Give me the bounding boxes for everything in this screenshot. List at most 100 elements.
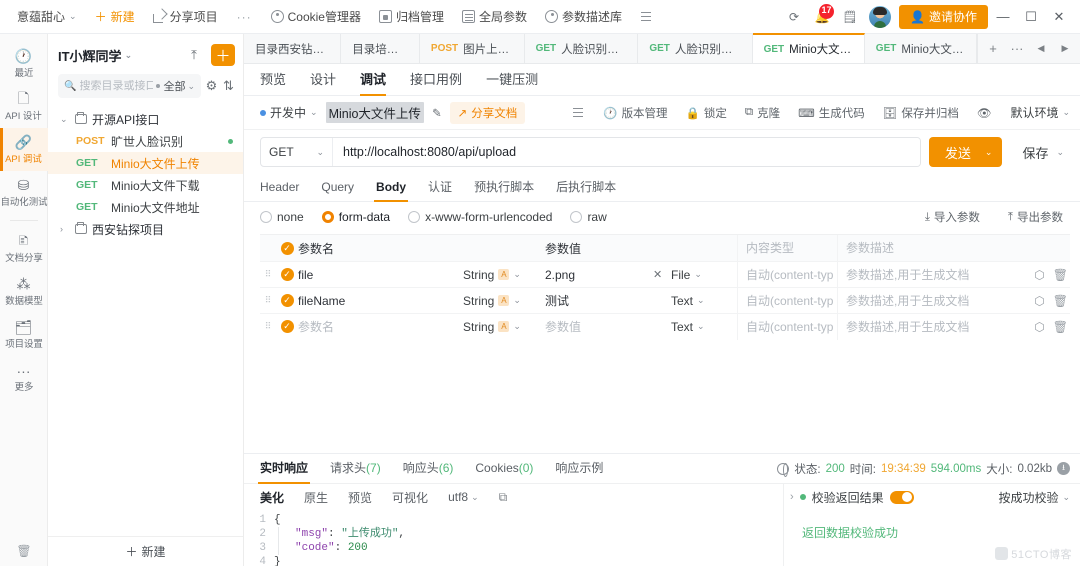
filter-all-selector[interactable]: 全部 ⌄ [163, 78, 195, 94]
sidebar-item-api-debug[interactable]: 🔗 API 调试 [0, 128, 48, 171]
tree-api-item[interactable]: GET Minio大文件上传 [48, 152, 243, 174]
validate-mode-selector[interactable]: 按成功校验 ⌄ [998, 489, 1070, 506]
generate-code-button[interactable]: ⌨ 生成代码 [793, 105, 870, 121]
row-checkbox[interactable]: ✓ [276, 268, 298, 281]
new-tab-button[interactable]: + [982, 38, 1004, 60]
editor-tab[interactable]: GET 人脸识别接口（F [638, 34, 753, 63]
param-desc-lib-button[interactable]: 参数描述库 [536, 5, 631, 29]
new-button[interactable]: ＋ 新建 [86, 5, 144, 29]
body-type-none[interactable]: none [260, 210, 304, 224]
archive-manager-button[interactable]: 归档管理 [370, 5, 453, 29]
editor-tab[interactable]: POST 图片上传请求 [420, 34, 525, 63]
param-valuetype-selector[interactable]: File ⌄ [671, 268, 737, 282]
sidebar-item-api-design[interactable]: 🗋 API 设计 [0, 85, 48, 128]
minimize-button[interactable]: — [990, 4, 1016, 30]
import-params-button[interactable]: ⤓ 导入参数 [920, 209, 985, 225]
trash-icon[interactable]: 🗑 [1053, 268, 1068, 282]
tree-api-item[interactable]: POST 旷世人脸识别 [48, 130, 243, 152]
body-type-form-data[interactable]: form-data [321, 210, 390, 224]
format-beautify[interactable]: 美化 [260, 489, 284, 506]
project-selector[interactable]: IT小辉同学 ⌄ [58, 46, 132, 65]
param-type-selector[interactable]: String A ⌄ [463, 320, 545, 334]
tab-preview[interactable]: 预览 [260, 64, 286, 96]
format-preview[interactable]: 预览 [348, 489, 372, 506]
body-type-raw[interactable]: raw [570, 210, 607, 224]
clear-value-button[interactable]: ✕ [653, 268, 671, 281]
share-project-button[interactable]: 分享项目 [144, 5, 227, 29]
drag-handle[interactable]: ⠿ [260, 321, 276, 332]
method-selector[interactable]: GET ⌄ [261, 138, 333, 166]
collapse-toolbar-button[interactable] [631, 5, 662, 29]
global-params-button[interactable]: 全局参数 [453, 5, 536, 29]
clone-button[interactable]: ⧉ 克隆 [740, 105, 785, 121]
body-type-urlencoded[interactable]: x-www-form-urlencoded [408, 210, 552, 224]
format-visualize[interactable]: 可视化 [392, 489, 428, 506]
tab-auth[interactable]: 认证 [428, 174, 452, 202]
invite-collaborate-button[interactable]: 👤 邀请协作 [899, 4, 988, 29]
tree-folder-xian-project[interactable]: › 西安钻探项目 [48, 218, 243, 240]
search-input[interactable] [79, 80, 154, 92]
share-document-button[interactable]: ↗ 分享文档 [449, 101, 526, 124]
param-name-input[interactable]: fileName [298, 294, 463, 308]
param-value-input[interactable]: 2.png [545, 268, 653, 282]
format-raw[interactable]: 原生 [304, 489, 328, 506]
tab-pre-script[interactable]: 预执行脚本 [474, 174, 534, 202]
select-all-cell[interactable]: ✓ [276, 241, 298, 255]
drag-handle[interactable]: ⠿ [260, 295, 276, 306]
avatar[interactable] [869, 5, 892, 28]
tree-api-item[interactable]: GET Minio大文件地址 [48, 196, 243, 218]
tree-settings-button[interactable]: ⚙ [205, 75, 218, 97]
tab-design[interactable]: 设计 [310, 64, 336, 96]
sidebar-item-more[interactable]: ··· 更多 [0, 356, 48, 399]
tab-request-headers[interactable]: 请求头(7) [330, 454, 381, 484]
param-content-type[interactable]: 自动(content-typ [737, 261, 837, 288]
tab-header[interactable]: Header [260, 174, 299, 202]
search-box[interactable]: 🔍 全部 ⌄ [58, 74, 201, 98]
maximize-button[interactable]: ☐ [1018, 4, 1044, 30]
save-button[interactable]: 保存 ⌄ [1010, 137, 1070, 167]
send-button[interactable]: 发送 ⌄ [928, 137, 1003, 167]
tab-debug[interactable]: 调试 [360, 64, 387, 96]
api-name-field[interactable]: Minio大文件上传 [325, 102, 424, 123]
param-value-input[interactable]: 参数值 [545, 318, 653, 335]
globe-icon[interactable]: ⬡ [1034, 294, 1044, 308]
tab-post-script[interactable]: 后执行脚本 [556, 174, 616, 202]
url-input[interactable] [333, 138, 920, 166]
param-description-input[interactable]: 参数描述,用于生成文档 [837, 287, 1024, 314]
param-name-input[interactable]: file [298, 268, 463, 282]
editor-tab[interactable]: 目录西安钻探项目 [244, 34, 342, 63]
trash-icon[interactable]: 🗑 [1053, 320, 1068, 334]
tab-response-example[interactable]: 响应示例 [555, 454, 603, 484]
collapse-panel-button[interactable] [567, 106, 590, 119]
param-valuetype-selector[interactable]: Text ⌄ [671, 320, 737, 334]
param-valuetype-selector[interactable]: Text ⌄ [671, 294, 737, 308]
param-content-type[interactable]: 自动(content-typ [737, 287, 837, 314]
tab-stress-test[interactable]: 一键压测 [486, 64, 538, 96]
editor-tab[interactable]: GET Minio大文件下载 [865, 34, 977, 63]
download-icon[interactable]: ⭳ [1057, 462, 1070, 475]
tree-sort-button[interactable]: ⇅ [222, 75, 235, 97]
sidebar-item-recent[interactable]: 🕐 最近 [0, 42, 48, 85]
add-api-button[interactable]: ＋ [211, 44, 235, 66]
save-archive-button[interactable]: 🗄 保存并归档 [878, 105, 964, 121]
trash-icon[interactable]: 🗑 [1053, 294, 1068, 308]
globe-icon[interactable]: ⬡ [1034, 320, 1044, 334]
toolbar-more-button[interactable]: ··· [227, 10, 262, 24]
cookie-manager-button[interactable]: Cookie管理器 [262, 5, 370, 29]
tree-folder-open-api[interactable]: ⌄ 开源API接口 [48, 108, 243, 130]
tab-prev-button[interactable]: ◀ [1030, 38, 1052, 60]
editor-tab[interactable]: 目录培训模块 [341, 34, 420, 63]
param-description-input[interactable]: 参数描述,用于生成文档 [837, 261, 1024, 288]
lock-button[interactable]: 🔒 锁定 [681, 105, 732, 121]
chevron-right-icon[interactable]: › [790, 491, 794, 503]
param-name-input[interactable]: 参数名 [298, 318, 463, 335]
tab-next-button[interactable]: ▶ [1054, 38, 1076, 60]
sidebar-item-auto-test[interactable]: ⛁ 自动化测试 [0, 171, 48, 214]
param-type-selector[interactable]: String A ⌄ [463, 294, 545, 308]
globe-icon[interactable]: ⬡ [1034, 268, 1044, 282]
tab-query[interactable]: Query [321, 174, 354, 202]
response-code-viewer[interactable]: 1 2 3 4 { "msg": "上传成功", "code": 200 } [244, 510, 783, 566]
param-content-type[interactable]: 自动(content-typ [737, 313, 837, 340]
param-description-input[interactable]: 参数描述,用于生成文档 [837, 313, 1024, 340]
tree-new-button[interactable]: ＋ 新建 [48, 536, 243, 566]
